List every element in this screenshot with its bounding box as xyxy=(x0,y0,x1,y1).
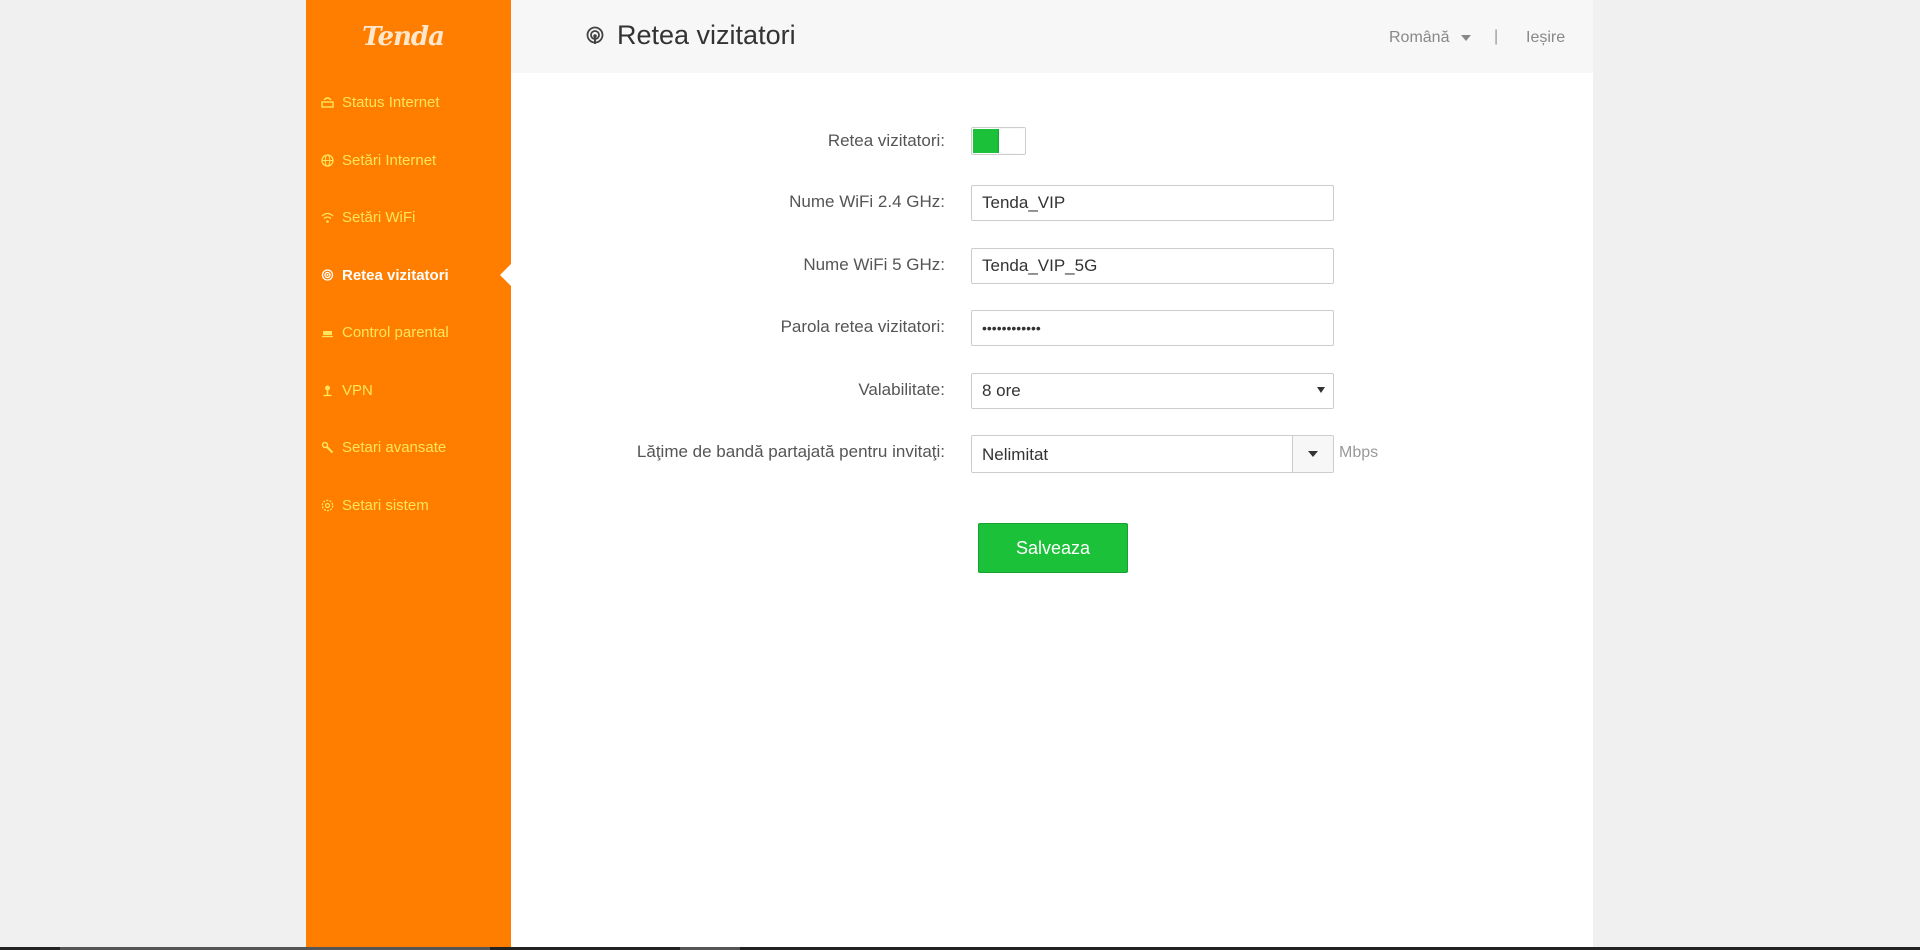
wifi24-name-input[interactable]: Tenda_VIP xyxy=(971,185,1334,221)
chevron-down-icon xyxy=(1461,35,1472,41)
vpn-icon xyxy=(320,383,334,397)
sidebar-item-label: Setări Internet xyxy=(342,151,437,169)
sidebar-item-label: Setări WiFi xyxy=(342,208,416,226)
globe-icon xyxy=(320,153,334,167)
wifi5-name-input[interactable]: Tenda_VIP_5G xyxy=(971,248,1334,284)
guest-password-input[interactable]: •••••••••••• xyxy=(971,310,1334,346)
sidebar: Tenda Status Internet Setări Internet Se… xyxy=(306,0,511,947)
sidebar-item-internet-settings[interactable]: Setări Internet xyxy=(306,140,511,180)
page-header: Retea vizitatori Română | Ieșire xyxy=(511,0,1593,73)
wifi24-label: Nume WiFi 2.4 GHz: xyxy=(789,192,945,211)
sidebar-item-vpn[interactable]: VPN xyxy=(306,370,511,410)
guest-wifi-icon xyxy=(320,268,334,282)
guest-network-toggle[interactable] xyxy=(971,127,1026,155)
language-label: Română xyxy=(1389,29,1450,46)
sidebar-item-label: Control parental xyxy=(342,323,449,341)
page-title: Retea vizitatori xyxy=(585,20,796,51)
sidebar-item-label: VPN xyxy=(342,381,373,399)
sidebar-item-advanced-settings[interactable]: Setari avansate xyxy=(306,427,511,467)
sidebar-item-label: Retea vizitatori xyxy=(342,266,449,284)
bandwidth-unit: Mbps xyxy=(1339,444,1379,461)
validity-value: 8 ore xyxy=(982,381,1021,400)
tenda-logo: Tenda xyxy=(362,22,445,52)
toggle-on-indicator xyxy=(973,129,999,153)
sidebar-item-label: Status Internet xyxy=(342,93,440,111)
sidebar-item-label: Setari avansate xyxy=(342,438,447,456)
bandwidth-label: Lăţime de bandă partajată pentru invitaţ… xyxy=(636,442,945,461)
parental-icon xyxy=(320,325,334,339)
guest-wifi-icon xyxy=(585,26,605,46)
router-admin-app: Tenda Status Internet Setări Internet Se… xyxy=(306,0,1593,947)
chevron-down-icon xyxy=(1308,451,1318,457)
chevron-down-icon xyxy=(1317,387,1325,393)
sidebar-item-parental-control[interactable]: Control parental xyxy=(306,312,511,352)
validity-label: Valabilitate: xyxy=(858,380,945,399)
language-selector[interactable]: Română xyxy=(1389,29,1472,47)
bandwidth-dropdown-button[interactable] xyxy=(1292,436,1333,472)
guest-password-label: Parola retea vizitatori: xyxy=(780,317,945,336)
sidebar-item-status-internet[interactable]: Status Internet xyxy=(306,82,511,122)
logout-link[interactable]: Ieșire xyxy=(1526,29,1565,47)
sidebar-item-system-settings[interactable]: Setari sistem xyxy=(306,485,511,525)
gear-icon xyxy=(320,498,334,512)
toggle-knob xyxy=(999,129,1024,153)
page-title-text: Retea vizitatori xyxy=(617,20,796,50)
bandwidth-value: Nelimitat xyxy=(982,445,1049,464)
sidebar-item-wifi-settings[interactable]: Setări WiFi xyxy=(306,197,511,237)
sidebar-item-guest-network[interactable]: Retea vizitatori xyxy=(306,255,511,295)
bandwidth-combobox[interactable]: Nelimitat xyxy=(971,435,1334,473)
wifi-icon xyxy=(320,210,334,224)
guest-network-label: Retea vizitatori: xyxy=(827,131,945,150)
router-icon xyxy=(320,95,334,109)
sidebar-item-label: Setari sistem xyxy=(342,496,429,514)
wrench-icon xyxy=(320,440,334,454)
header-separator: | xyxy=(1494,28,1499,45)
validity-select[interactable]: 8 ore xyxy=(971,373,1334,409)
save-button[interactable]: Salveaza xyxy=(978,523,1128,573)
wifi5-label: Nume WiFi 5 GHz: xyxy=(803,255,945,274)
